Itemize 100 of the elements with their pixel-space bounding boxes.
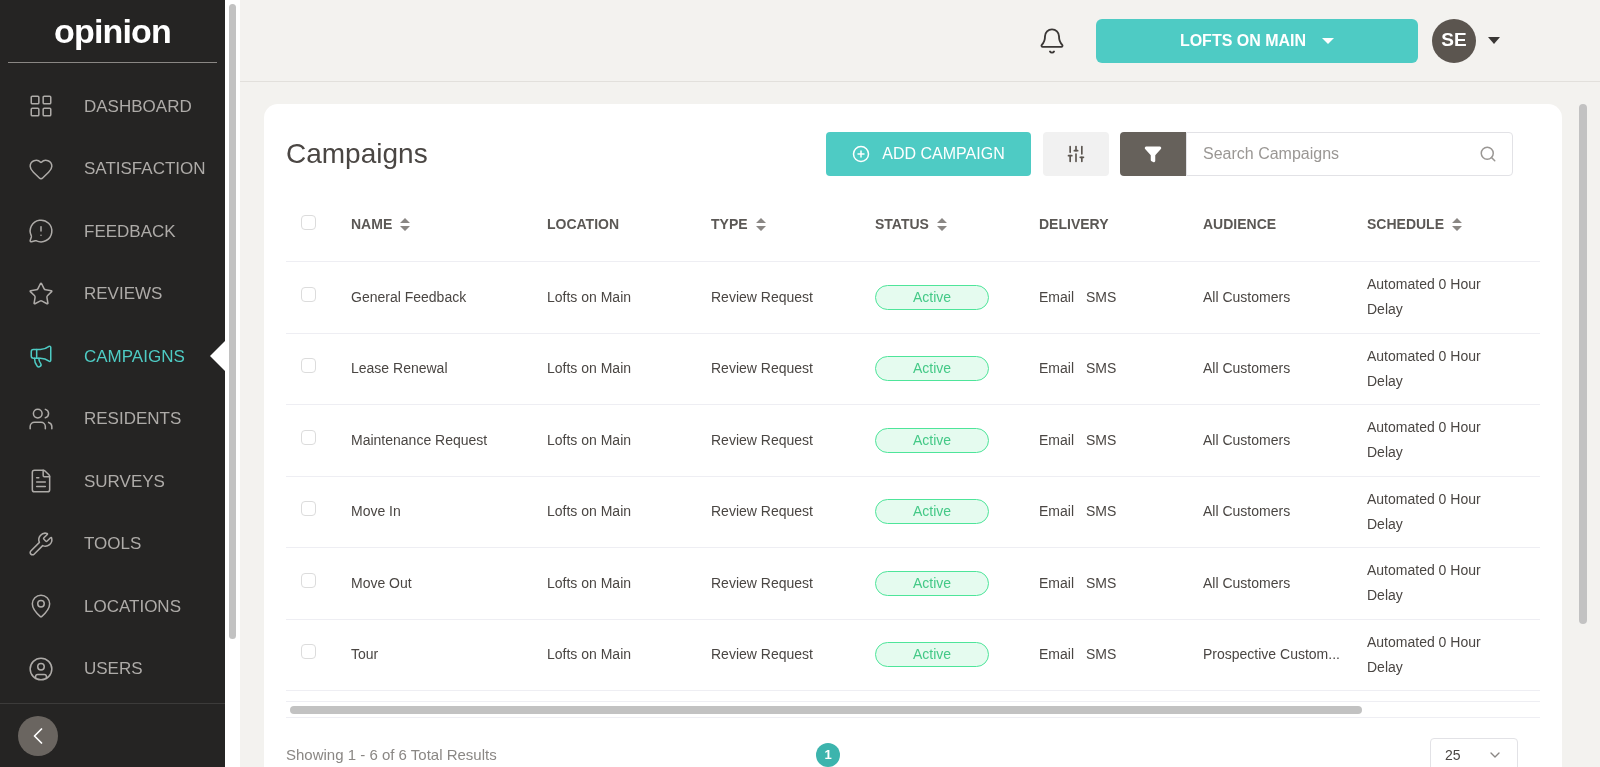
table-cell-text: Review Request [711, 287, 814, 307]
table-cell-text: General Feedback [351, 287, 468, 307]
table-cell-text: Automated 0 Hour Delay [1367, 418, 1482, 463]
per-page-select[interactable]: 25 [1430, 738, 1518, 767]
nav-item[interactable]: RESIDENTS [0, 387, 225, 450]
sort-icon[interactable] [400, 218, 411, 231]
nav-item[interactable]: SATISFACTION [0, 137, 225, 200]
table-cell-text: Automated 0 Hour Delay [1367, 561, 1482, 606]
filter-icon [1144, 145, 1162, 163]
star-icon [28, 280, 54, 307]
plus-icon [852, 145, 871, 163]
column-settings-button[interactable] [1043, 132, 1109, 176]
table-cell-text: Review Request [711, 359, 814, 379]
column-header[interactable]: NAME [351, 214, 393, 235]
table-cell-text: Lofts on Main [547, 573, 633, 593]
delivery-method: Email [1039, 645, 1074, 665]
nav-item[interactable]: FEEDBACK [0, 200, 225, 263]
table-cell-text: All Customers [1203, 430, 1292, 450]
avatar[interactable]: SE [1432, 18, 1476, 63]
row-checkbox[interactable] [301, 572, 316, 588]
table-cell-text: Lofts on Main [547, 430, 633, 450]
collapse-button[interactable] [18, 715, 58, 756]
table-cell-text: Automated 0 Hour Delay [1367, 632, 1482, 677]
table-cell-text: Prospective Custom... [1203, 645, 1341, 665]
status-badge: Active [875, 427, 989, 453]
delivery-method: SMS [1086, 287, 1117, 307]
notification-bell-icon[interactable] [1038, 26, 1066, 55]
caret-icon[interactable] [1488, 37, 1500, 44]
table-cell-text: Review Request [711, 430, 814, 450]
table-cell-text: Lofts on Main [547, 502, 633, 522]
search-field[interactable]: Search Campaigns [1186, 132, 1513, 176]
delivery-method: Email [1039, 287, 1074, 307]
column-header: DELIVERY [1039, 215, 1109, 234]
nav-item[interactable]: LOCATIONS [0, 575, 225, 638]
table-cell-text: All Customers [1203, 287, 1292, 307]
nav-item[interactable]: CAMPAIGNS [0, 325, 225, 388]
table-cell-text: Lofts on Main [547, 287, 633, 307]
status-badge: Active [875, 570, 989, 596]
filter-button[interactable] [1120, 132, 1186, 176]
row-checkbox[interactable] [301, 286, 316, 302]
caret-icon [1322, 37, 1335, 44]
delivery-method: Email [1039, 502, 1074, 522]
sliders-icon [1066, 144, 1086, 164]
status-badge: Active [875, 356, 989, 382]
column-header[interactable]: TYPE [711, 214, 748, 235]
column-header: AUDIENCE [1203, 215, 1277, 234]
speech-bubble-icon [28, 218, 54, 245]
delivery-method: Email [1039, 359, 1074, 379]
scrollbar-thumb[interactable] [1579, 104, 1587, 624]
delivery-method: SMS [1086, 359, 1117, 379]
grid-icon [28, 93, 54, 120]
column-header[interactable]: STATUS [875, 214, 929, 235]
row-checkbox[interactable] [301, 644, 316, 660]
table-cell-text: Automated 0 Hour Delay [1367, 346, 1482, 391]
delivery-method: SMS [1086, 502, 1117, 522]
table-cell-text: Lofts on Main [547, 645, 633, 665]
nav-item[interactable]: TOOLS [0, 512, 225, 575]
logo: opinion [54, 10, 171, 52]
table-cell-text: Move In [351, 502, 402, 522]
table-cell-text: Review Request [711, 645, 814, 665]
table-cell-text: Automated 0 Hour Delay [1367, 489, 1482, 534]
horizontal-scrollbar-thumb[interactable] [290, 705, 1362, 714]
row-checkbox[interactable] [301, 429, 316, 445]
table-cell-text: Lease Renewal [351, 359, 449, 379]
search-icon[interactable] [1479, 145, 1497, 163]
megaphone-icon [28, 343, 54, 370]
scrollbar-thumb[interactable] [229, 4, 236, 639]
column-header[interactable]: SCHEDULE [1367, 214, 1444, 235]
nav-item[interactable]: DASHBOARD [0, 75, 225, 138]
nav-item[interactable]: SURVEYS [0, 450, 225, 513]
row-checkbox[interactable] [301, 501, 316, 517]
table-cell-text: Maintenance Request [351, 430, 489, 450]
nav-item[interactable]: REVIEWS [0, 262, 225, 325]
page-title: Campaigns [286, 137, 429, 171]
delivery-method: SMS [1086, 645, 1117, 665]
nav-item[interactable]: USERS [0, 637, 225, 700]
delivery-method: SMS [1086, 430, 1117, 450]
row-checkbox[interactable] [301, 358, 316, 374]
sort-icon[interactable] [1452, 218, 1462, 231]
sort-icon[interactable] [755, 218, 766, 231]
table-cell-text: Move Out [351, 573, 413, 593]
sort-icon[interactable] [936, 218, 947, 231]
table-cell-text: Tour [351, 645, 380, 665]
table-cell-text: Review Request [711, 573, 814, 593]
row-checkbox[interactable] [301, 214, 316, 230]
delivery-method: Email [1039, 430, 1074, 450]
table-cell-text: All Customers [1203, 502, 1292, 522]
table-cell-text: Automated 0 Hour Delay [1367, 275, 1482, 320]
status-badge: Active [875, 499, 989, 525]
table-cell-text: Review Request [711, 502, 814, 522]
status-badge: Active [875, 642, 989, 668]
delivery-method: SMS [1086, 573, 1117, 593]
delivery-method: Email [1039, 573, 1074, 593]
results-summary: Showing 1 - 6 of 6 Total Results [286, 744, 498, 765]
table-cell-text: Lofts on Main [547, 359, 633, 379]
table-cell-text: All Customers [1203, 359, 1292, 379]
status-badge: Active [875, 284, 989, 310]
wrench-icon [28, 530, 54, 557]
user-icon [28, 655, 54, 682]
table-cell-text: All Customers [1203, 573, 1292, 593]
